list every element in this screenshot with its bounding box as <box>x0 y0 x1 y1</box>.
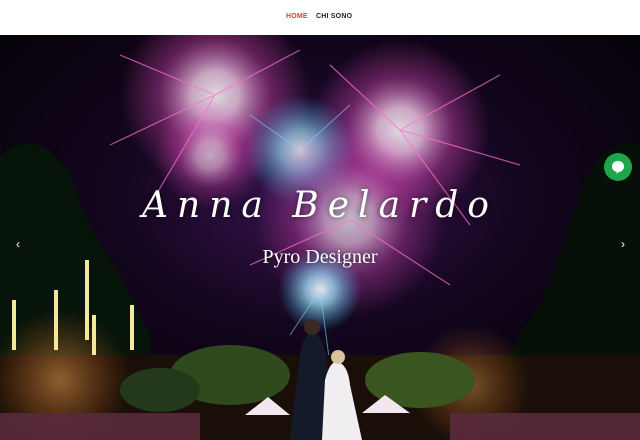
hero-subtitle: Pyro Designer <box>262 246 378 268</box>
chevron-left-icon[interactable]: ‹ <box>12 237 24 251</box>
hero-slider: Anna Belardo Pyro Designer <box>0 35 640 440</box>
fireworks-background-image <box>0 35 640 440</box>
nav-chi-sono[interactable]: CHI SONO <box>316 13 352 20</box>
top-navbar: HOME CHI SONO <box>0 0 640 35</box>
nav-home[interactable]: HOME <box>286 13 308 20</box>
chevron-right-icon[interactable]: › <box>617 237 629 251</box>
chat-bubble-icon <box>604 153 632 181</box>
chat-button[interactable] <box>604 153 632 181</box>
hero-title: Anna Belardo <box>142 185 498 226</box>
